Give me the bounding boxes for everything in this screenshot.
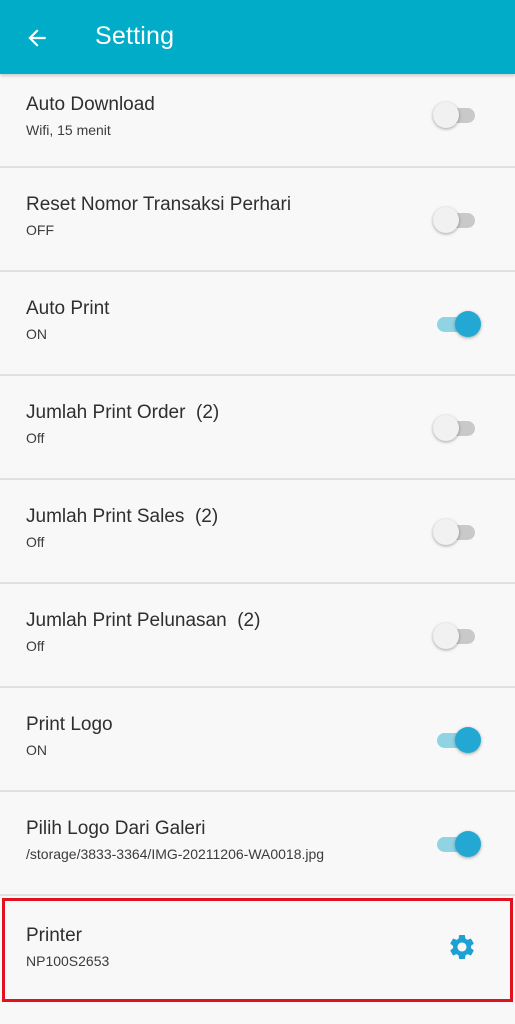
jumlah-print-pelunasan-toggle[interactable] (433, 621, 485, 651)
jumlah-print-sales-toggle[interactable] (433, 517, 485, 547)
toggle-thumb (433, 102, 459, 128)
print-logo-toggle[interactable] (433, 725, 485, 755)
setting-title: Printer (26, 925, 82, 946)
setting-subtitle: Off (26, 534, 45, 550)
setting-auto-print[interactable]: Auto Print ON (0, 272, 515, 376)
page-title: Setting (95, 22, 175, 50)
setting-subtitle: /storage/3833-3364/IMG-20211206-WA0018.j… (26, 846, 325, 862)
toggle-thumb (433, 207, 459, 233)
toggle-thumb (433, 519, 459, 545)
setting-jumlah-print-order[interactable]: Jumlah Print Order (2) Off (0, 376, 515, 480)
setting-subtitle: Wifi, 15 menit (26, 122, 111, 138)
setting-title: Auto Print (26, 298, 110, 319)
app-bar: Setting (0, 0, 515, 74)
setting-title: Pilih Logo Dari Galeri (26, 818, 206, 839)
setting-auto-download[interactable]: Auto Download Wifi, 15 menit (0, 74, 515, 168)
setting-subtitle: OFF (26, 222, 54, 238)
setting-title: Jumlah Print Order (2) (26, 402, 220, 423)
toggle-thumb (433, 623, 459, 649)
setting-title: Reset Nomor Transaksi Perhari (26, 194, 292, 215)
setting-subtitle: ON (26, 742, 47, 758)
setting-subtitle: Off (26, 430, 45, 446)
setting-subtitle: NP100S2653 (26, 953, 110, 969)
setting-title: Auto Download (26, 94, 155, 115)
reset-nomor-transaksi-toggle[interactable] (433, 205, 485, 235)
pilih-logo-galeri-toggle[interactable] (433, 829, 485, 859)
arrow-left-icon (28, 29, 46, 47)
setting-title: Jumlah Print Pelunasan (2) (26, 610, 261, 631)
setting-jumlah-print-pelunasan[interactable]: Jumlah Print Pelunasan (2) Off (0, 584, 515, 688)
setting-reset-nomor-transaksi[interactable]: Reset Nomor Transaksi Perhari OFF (0, 168, 515, 272)
auto-download-toggle[interactable] (433, 100, 485, 130)
toggle-thumb (455, 311, 481, 337)
setting-printer[interactable]: Printer NP100S2653 (0, 896, 515, 1002)
setting-pilih-logo-galeri[interactable]: Pilih Logo Dari Galeri /storage/3833-336… (0, 792, 515, 896)
jumlah-print-order-toggle[interactable] (433, 413, 485, 443)
setting-jumlah-print-sales[interactable]: Jumlah Print Sales (2) Off (0, 480, 515, 584)
highlight-box (2, 898, 513, 1002)
setting-subtitle: Off (26, 638, 45, 654)
back-button[interactable] (16, 17, 58, 59)
setting-title: Print Logo (26, 714, 113, 735)
toggle-thumb (433, 415, 459, 441)
settings-list: Auto Download Wifi, 15 menit Reset Nomor… (0, 74, 515, 1002)
setting-print-logo[interactable]: Print Logo ON (0, 688, 515, 792)
toggle-thumb (455, 727, 481, 753)
setting-subtitle: ON (26, 326, 47, 342)
gear-icon[interactable] (447, 932, 477, 962)
auto-print-toggle[interactable] (433, 309, 485, 339)
setting-title: Jumlah Print Sales (2) (26, 506, 219, 527)
toggle-thumb (455, 831, 481, 857)
